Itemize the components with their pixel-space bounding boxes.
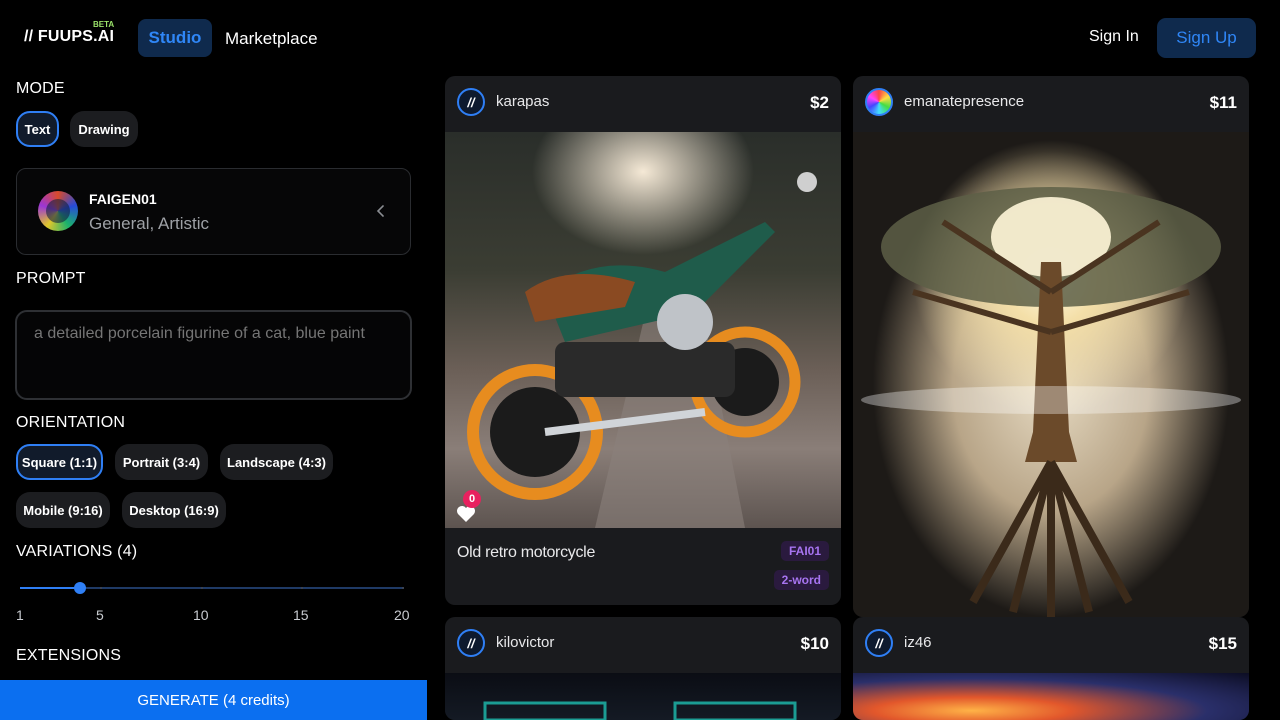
nav-studio[interactable]: Studio (138, 19, 212, 57)
orientation-desktop-chip[interactable]: Desktop (16:9) (122, 492, 226, 528)
orientation-mobile-chip[interactable]: Mobile (9:16) (16, 492, 110, 528)
slider-label: 1 (16, 607, 24, 623)
slider-tick (100, 587, 102, 589)
slider-label: 20 (394, 607, 410, 623)
card-header: // kilovictor $10 (445, 617, 841, 673)
variations-title: VARIATIONS (4) (16, 543, 138, 560)
gallery-card[interactable]: // karapas $2 0 Old retro motorcycle FAI… (445, 76, 841, 605)
price: $10 (800, 634, 829, 653)
slider-fill (20, 587, 80, 589)
mode-drawing-chip[interactable]: Drawing (70, 111, 138, 147)
model-selector[interactable]: FAIGEN01 General, Artistic (16, 168, 411, 255)
card-image[interactable] (853, 673, 1249, 720)
tree-illustration (861, 187, 1241, 617)
mode-text-chip[interactable]: Text (16, 111, 59, 147)
user-avatar[interactable] (865, 88, 893, 116)
model-badge: FAI01 (780, 541, 829, 561)
card-header: emanatepresence $11 (853, 76, 1249, 132)
model-tags: General, Artistic (89, 214, 209, 233)
prompt-title: PROMPT (16, 270, 86, 287)
user-avatar[interactable]: // (457, 629, 485, 657)
slider-tick (402, 587, 404, 589)
motorcycle-illustration (467, 172, 817, 528)
slider-tick (301, 587, 303, 589)
user-avatar[interactable]: // (457, 88, 485, 116)
price: $15 (1208, 634, 1237, 653)
chevron-left-icon[interactable] (373, 201, 387, 221)
gallery-card[interactable]: // kilovictor $10 (445, 617, 841, 720)
card-image[interactable] (445, 673, 841, 720)
extensions-title: EXTENSIONS (16, 647, 122, 664)
username[interactable]: emanatepresence (904, 93, 1024, 110)
gallery-card[interactable]: emanatepresence $11 (853, 76, 1249, 617)
card-image[interactable] (853, 132, 1249, 617)
nav-marketplace[interactable]: Marketplace (225, 29, 318, 49)
card-title: Old retro motorcycle (457, 544, 596, 561)
like-count: 0 (463, 490, 481, 508)
card-header: // karapas $2 (445, 76, 841, 132)
username[interactable]: karapas (496, 93, 549, 110)
slider-label: 15 (293, 607, 309, 623)
username[interactable]: iz46 (904, 634, 932, 651)
orientation-portrait-chip[interactable]: Portrait (3:4) (115, 444, 208, 480)
model-thumbnail (38, 191, 78, 231)
tag-badge: 2-word (773, 570, 829, 590)
gallery-card[interactable]: // iz46 $15 (853, 617, 1249, 720)
mode-title: MODE (16, 80, 65, 97)
user-avatar[interactable]: // (865, 629, 893, 657)
sign-in-link[interactable]: Sign In (1089, 28, 1139, 46)
orientation-title: ORIENTATION (16, 414, 126, 431)
logo[interactable]: // FUUPS.AI (24, 28, 114, 46)
neon-illustration (483, 701, 797, 720)
price: $11 (1209, 93, 1237, 112)
sign-up-button[interactable]: Sign Up (1157, 18, 1256, 58)
model-name: FAIGEN01 (89, 191, 157, 207)
price: $2 (810, 93, 829, 112)
slider-thumb[interactable] (74, 582, 86, 594)
slider-label: 10 (193, 607, 209, 623)
card-image[interactable] (445, 132, 841, 528)
slider-tick (201, 587, 203, 589)
username[interactable]: kilovictor (496, 634, 554, 651)
generate-button[interactable]: GENERATE (4 credits) (0, 680, 427, 720)
prompt-input[interactable] (15, 310, 412, 400)
slider-label: 5 (96, 607, 104, 623)
card-header: // iz46 $15 (853, 617, 1249, 673)
orientation-square-chip[interactable]: Square (1:1) (16, 444, 103, 480)
top-bar: // FUUPS.AI BETA Studio Marketplace Sign… (0, 0, 1280, 76)
beta-badge: BETA (93, 20, 115, 29)
orientation-landscape-chip[interactable]: Landscape (4:3) (220, 444, 333, 480)
